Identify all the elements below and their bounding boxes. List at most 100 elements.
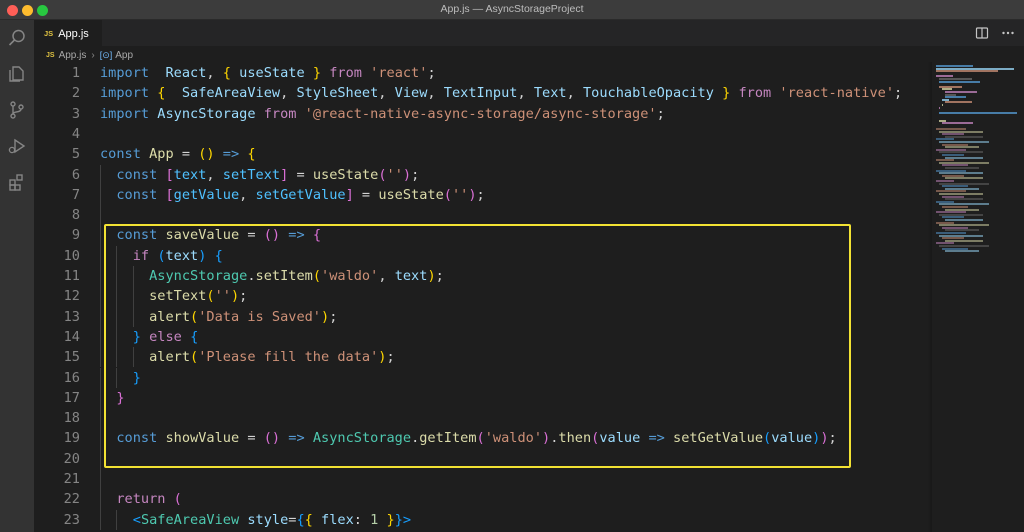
breadcrumb-file[interactable]: App.js — [59, 50, 87, 61]
code-token: import — [100, 105, 150, 122]
code-token: { — [296, 511, 305, 528]
code-token: , — [566, 85, 583, 102]
activity-bar — [0, 20, 34, 532]
minimap-line — [942, 122, 973, 125]
code-token: ; — [476, 186, 485, 203]
code-token: useState — [239, 65, 305, 81]
window-title: App.js — AsyncStorageProject — [440, 3, 584, 15]
code-token: } — [394, 511, 403, 528]
extensions-icon[interactable] — [7, 172, 27, 192]
line-number: 14 — [63, 328, 80, 345]
indent-guide — [116, 509, 118, 530]
code-token: useState — [312, 166, 379, 183]
minimap[interactable] — [932, 62, 1024, 532]
breadcrumb-symbol[interactable]: App — [115, 50, 133, 61]
split-editor-icon[interactable] — [974, 25, 990, 41]
code-text: return ( — [116, 489, 181, 509]
code-token: TextInput — [443, 85, 518, 102]
code-token: : — [353, 511, 371, 528]
code-line[interactable]: 7 const [getValue, setGetValue] = useStat… — [34, 184, 930, 206]
line-number: 8 — [71, 207, 80, 224]
line-number: 4 — [71, 125, 80, 142]
indent-guide — [100, 367, 101, 388]
code-token: [ — [165, 166, 174, 183]
tab-label: App.js — [58, 27, 89, 40]
javascript-file-icon: JS — [44, 29, 54, 38]
line-number: 23 — [63, 511, 80, 528]
code-line[interactable]: 22 return ( — [34, 489, 930, 510]
code-token: StyleSheet — [296, 85, 379, 102]
line-number: 18 — [63, 410, 80, 427]
code-token: { — [304, 511, 313, 528]
code-token: ) — [468, 186, 477, 203]
code-line[interactable]: 1 import React, { useState } from 'react'… — [34, 63, 930, 83]
code-line[interactable]: 3 import AsyncStorage from '@react-native… — [34, 104, 930, 124]
code-token: TouchableOpacity — [582, 85, 714, 102]
minimap-line — [945, 250, 979, 253]
code-token: flex — [321, 511, 354, 528]
code-token: => — [222, 146, 240, 163]
code-token: setText — [222, 166, 281, 183]
code-token: App — [149, 146, 174, 163]
code-token: , — [206, 166, 223, 183]
code-token: ( — [378, 166, 387, 183]
code-token: ; — [656, 105, 665, 122]
code-text: const [text, setText] = useState(''); — [116, 165, 419, 185]
code-token: '' — [451, 186, 469, 203]
line-number: 2 — [71, 85, 80, 102]
indent-guide — [100, 489, 101, 510]
code-token: ] — [345, 186, 354, 203]
indent-guide — [100, 306, 101, 327]
search-icon[interactable] — [7, 28, 27, 48]
line-number: 5 — [71, 146, 80, 163]
indent-guide — [100, 408, 101, 429]
indent-guide — [100, 245, 101, 266]
code-token: < — [132, 511, 141, 528]
highlight-annotation-box — [104, 224, 851, 468]
code-token: SafeAreaView — [140, 511, 240, 528]
indent-guide — [100, 164, 101, 185]
code-line[interactable]: 21 — [34, 469, 930, 490]
line-number: 6 — [71, 166, 80, 183]
code-text: import React, { useState } from 'react'; — [100, 63, 436, 83]
editor-actions — [974, 25, 1016, 41]
files-icon[interactable] — [7, 64, 27, 84]
code-line[interactable]: 8 — [34, 205, 930, 226]
code-line[interactable]: 6 const [text, setText] = useState(''); — [34, 164, 930, 185]
line-number: 19 — [63, 430, 80, 447]
code-line[interactable]: 5 const App = () => { — [34, 144, 930, 164]
code-line[interactable]: 23 <SafeAreaView style={{ flex: 1 }}> — [34, 509, 930, 530]
indent-guide — [100, 266, 101, 287]
indent-guide — [100, 428, 101, 449]
code-token: React — [165, 65, 207, 81]
code-token: , — [427, 85, 444, 102]
indent-guide — [100, 347, 101, 368]
code-text: <SafeAreaView style={{ flex: 1 }}> — [133, 510, 411, 530]
code-text: const [getValue, setGetValue] = useState… — [116, 185, 484, 205]
code-token: text — [173, 166, 207, 183]
code-line[interactable]: 2 import { SafeAreaView, StyleSheet, View… — [34, 83, 930, 103]
code-line[interactable]: 4 — [34, 124, 930, 144]
javascript-file-icon: JS — [46, 51, 55, 59]
run-debug-icon[interactable] — [7, 136, 27, 156]
code-token: SafeAreaView — [181, 85, 281, 102]
line-number: 12 — [63, 288, 80, 305]
indent-guide — [100, 184, 101, 206]
code-token: } — [386, 511, 395, 528]
code-token: , — [280, 85, 297, 102]
code-token: View — [394, 85, 428, 102]
more-actions-icon[interactable] — [1000, 25, 1016, 41]
line-number: 1 — [71, 65, 80, 81]
line-number: 16 — [63, 369, 80, 386]
code-token: { — [222, 65, 231, 81]
code-token: getValue — [173, 186, 240, 203]
line-number: 13 — [63, 308, 80, 325]
source-control-icon[interactable] — [7, 100, 27, 120]
symbol-variable-icon: [⊙] — [99, 49, 113, 60]
tab-app-js[interactable]: JS App.js — [34, 20, 102, 46]
